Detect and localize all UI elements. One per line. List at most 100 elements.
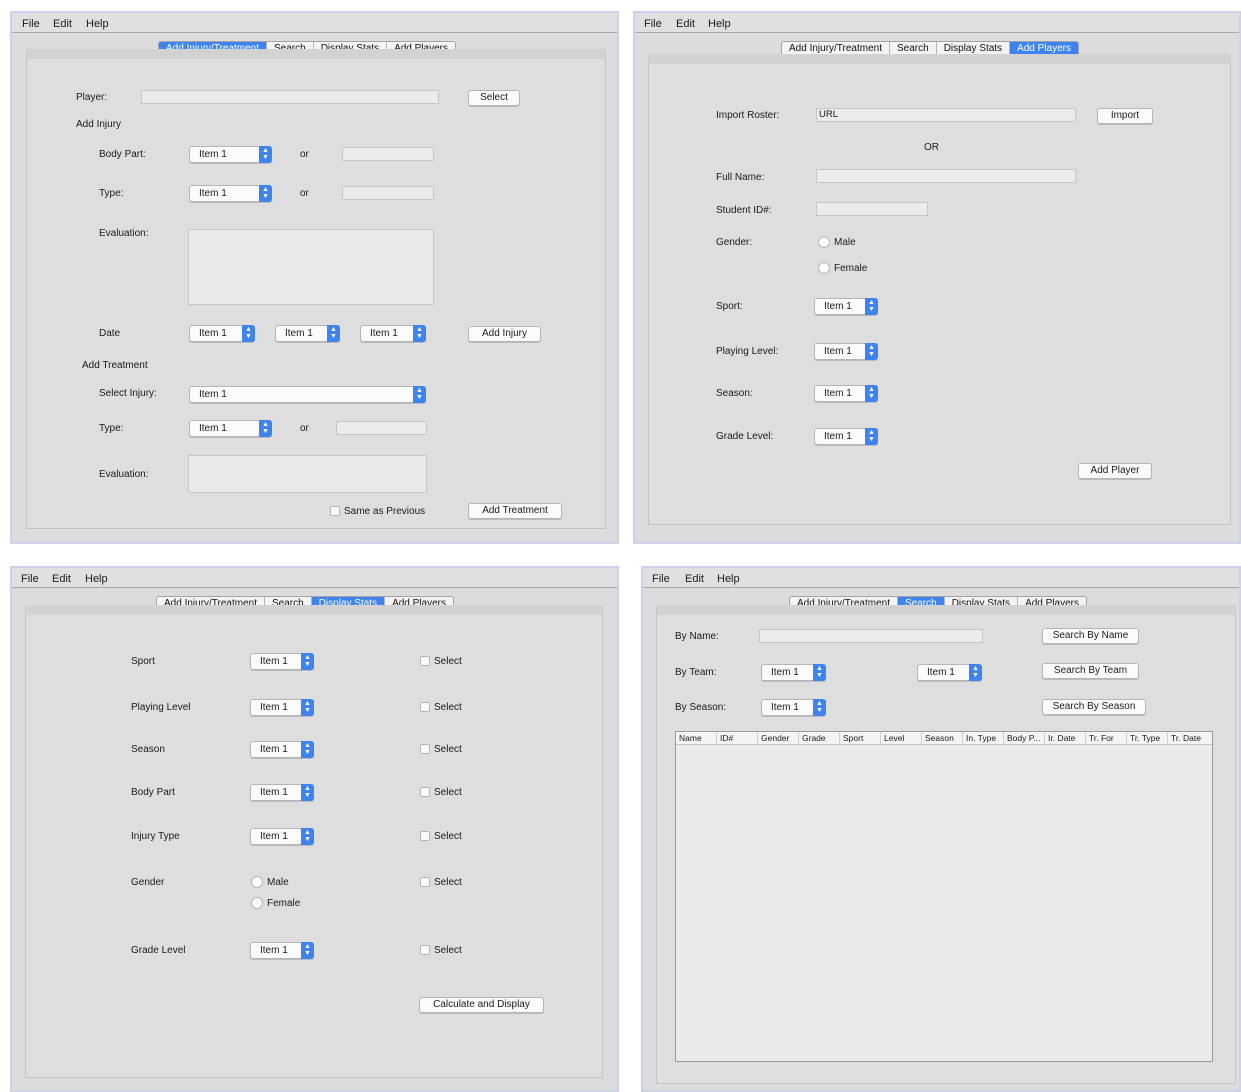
stat-grade-level-checkbox[interactable] — [420, 945, 430, 955]
body-part-label: Body Part: — [99, 149, 146, 160]
select-injury-combo[interactable]: Item 1 ▲ ▼ — [189, 386, 426, 403]
combo-value: Item 1 — [824, 301, 852, 312]
chevron-updown-icon: ▲ ▼ — [301, 699, 314, 716]
menu-help[interactable]: Help — [708, 18, 731, 30]
same-as-previous-label: Same as Previous — [344, 506, 426, 517]
col-injury-type[interactable]: In. Type — [963, 732, 1004, 744]
player-field[interactable] — [141, 90, 439, 104]
add-player-button[interactable]: Add Player — [1078, 463, 1152, 479]
search-by-season-button[interactable]: Search By Season — [1042, 699, 1146, 715]
or-separator: OR — [924, 142, 939, 153]
stat-gender-label: Gender — [131, 877, 165, 888]
menu-edit[interactable]: Edit — [53, 18, 72, 30]
add-injury-button[interactable]: Add Injury — [468, 326, 541, 342]
combo-value: Item 1 — [199, 423, 227, 434]
team-sport-combo[interactable]: Item 1 ▲ ▼ — [761, 664, 826, 681]
stat-sport-label: Sport — [131, 656, 155, 667]
combo-value: Item 1 — [260, 945, 288, 956]
date-label: Date — [99, 328, 121, 339]
stat-playing-level-checkbox[interactable] — [420, 702, 430, 712]
search-window: File Edit Help Add Injury/Treatment Sear… — [641, 566, 1241, 1092]
injury-type-other-field[interactable] — [342, 186, 434, 200]
col-grade[interactable]: Grade — [799, 732, 840, 744]
sport-combo[interactable]: Item 1 ▲ ▼ — [814, 298, 878, 315]
col-treatment-for[interactable]: Tr. For — [1086, 732, 1127, 744]
female-radio[interactable] — [818, 262, 830, 274]
stat-sport-checkbox[interactable] — [420, 656, 430, 666]
menu-file[interactable]: File — [22, 18, 40, 30]
student-id-field[interactable] — [816, 202, 928, 216]
chevron-updown-icon: ▲ ▼ — [301, 784, 314, 801]
stat-body-part-label: Body Part — [131, 787, 175, 798]
menu-edit[interactable]: Edit — [52, 573, 71, 585]
col-body-part[interactable]: Body P... — [1004, 732, 1045, 744]
col-id[interactable]: ID# — [717, 732, 758, 744]
menu-help[interactable]: Help — [85, 573, 108, 585]
stat-female-radio[interactable] — [251, 897, 263, 909]
col-injury-date[interactable]: Ir. Date — [1045, 732, 1086, 744]
body-part-combo[interactable]: Item 1 ▲ ▼ — [189, 146, 272, 163]
full-name-field[interactable] — [816, 169, 1076, 183]
grade-level-combo[interactable]: Item 1 ▲ ▼ — [814, 428, 878, 445]
import-url-field[interactable]: URL — [816, 108, 1076, 122]
combo-value: Item 1 — [199, 149, 227, 160]
menu-file[interactable]: File — [21, 573, 39, 585]
menu-help[interactable]: Help — [86, 18, 109, 30]
add-treatment-heading: Add Treatment — [82, 360, 148, 371]
injury-evaluation-area[interactable] — [188, 229, 434, 305]
menu-file[interactable]: File — [644, 18, 662, 30]
stat-injury-type-select-label: Select — [434, 831, 462, 842]
stat-body-part-checkbox[interactable] — [420, 787, 430, 797]
import-button[interactable]: Import — [1097, 108, 1153, 124]
select-injury-label: Select Injury: — [99, 388, 157, 399]
stat-sport-combo[interactable]: Item 1 ▲ ▼ — [250, 653, 314, 670]
results-table[interactable]: Name ID# Gender Grade Sport Level Season… — [675, 731, 1213, 1062]
stat-season-combo[interactable]: Item 1 ▲ ▼ — [250, 741, 314, 758]
stat-male-radio[interactable] — [251, 876, 263, 888]
stat-body-part-select-label: Select — [434, 787, 462, 798]
stat-gender-checkbox[interactable] — [420, 877, 430, 887]
treatment-type-combo[interactable]: Item 1 ▲ ▼ — [189, 420, 272, 437]
col-gender[interactable]: Gender — [758, 732, 799, 744]
stat-body-part-combo[interactable]: Item 1 ▲ ▼ — [250, 784, 314, 801]
treatment-type-other-field[interactable] — [336, 421, 427, 435]
stat-playing-level-combo[interactable]: Item 1 ▲ ▼ — [250, 699, 314, 716]
date-month-combo[interactable]: Item 1 ▲ ▼ — [189, 325, 255, 342]
col-sport[interactable]: Sport — [840, 732, 881, 744]
season-search-combo[interactable]: Item 1 ▲ ▼ — [761, 699, 826, 716]
stat-injury-type-checkbox[interactable] — [420, 831, 430, 841]
or-label: or — [300, 188, 309, 199]
male-radio[interactable] — [818, 236, 830, 248]
search-by-team-button[interactable]: Search By Team — [1042, 663, 1139, 679]
date-day-combo[interactable]: Item 1 ▲ ▼ — [275, 325, 340, 342]
col-treatment-type[interactable]: Tr. Type — [1127, 732, 1168, 744]
col-season[interactable]: Season — [922, 732, 963, 744]
stat-grade-level-combo[interactable]: Item 1 ▲ ▼ — [250, 942, 314, 959]
menu-edit[interactable]: Edit — [685, 573, 704, 585]
chevron-updown-icon: ▲ ▼ — [301, 942, 314, 959]
student-id-label: Student ID#: — [716, 205, 772, 216]
stat-injury-type-combo[interactable]: Item 1 ▲ ▼ — [250, 828, 314, 845]
sport-label: Sport: — [716, 301, 743, 312]
menu-edit[interactable]: Edit — [676, 18, 695, 30]
team-level-combo[interactable]: Item 1 ▲ ▼ — [917, 664, 982, 681]
search-by-name-button[interactable]: Search By Name — [1042, 628, 1139, 644]
body-part-other-field[interactable] — [342, 147, 434, 161]
playing-level-combo[interactable]: Item 1 ▲ ▼ — [814, 343, 878, 360]
stat-season-checkbox[interactable] — [420, 744, 430, 754]
menu-help[interactable]: Help — [717, 573, 740, 585]
treatment-evaluation-area[interactable] — [188, 455, 427, 493]
grade-level-label: Grade Level: — [716, 431, 774, 442]
col-level[interactable]: Level — [881, 732, 922, 744]
select-player-button[interactable]: Select — [468, 90, 520, 106]
same-as-previous-checkbox[interactable] — [330, 506, 340, 516]
add-treatment-button[interactable]: Add Treatment — [468, 503, 562, 519]
search-name-field[interactable] — [759, 629, 983, 643]
col-treatment-date[interactable]: Tr. Date — [1168, 732, 1212, 744]
col-name[interactable]: Name — [676, 732, 717, 744]
injury-type-combo[interactable]: Item 1 ▲ ▼ — [189, 185, 272, 202]
date-year-combo[interactable]: Item 1 ▲ ▼ — [360, 325, 426, 342]
season-combo[interactable]: Item 1 ▲ ▼ — [814, 385, 878, 402]
calculate-display-button[interactable]: Calculate and Display — [419, 997, 544, 1013]
menu-file[interactable]: File — [652, 573, 670, 585]
